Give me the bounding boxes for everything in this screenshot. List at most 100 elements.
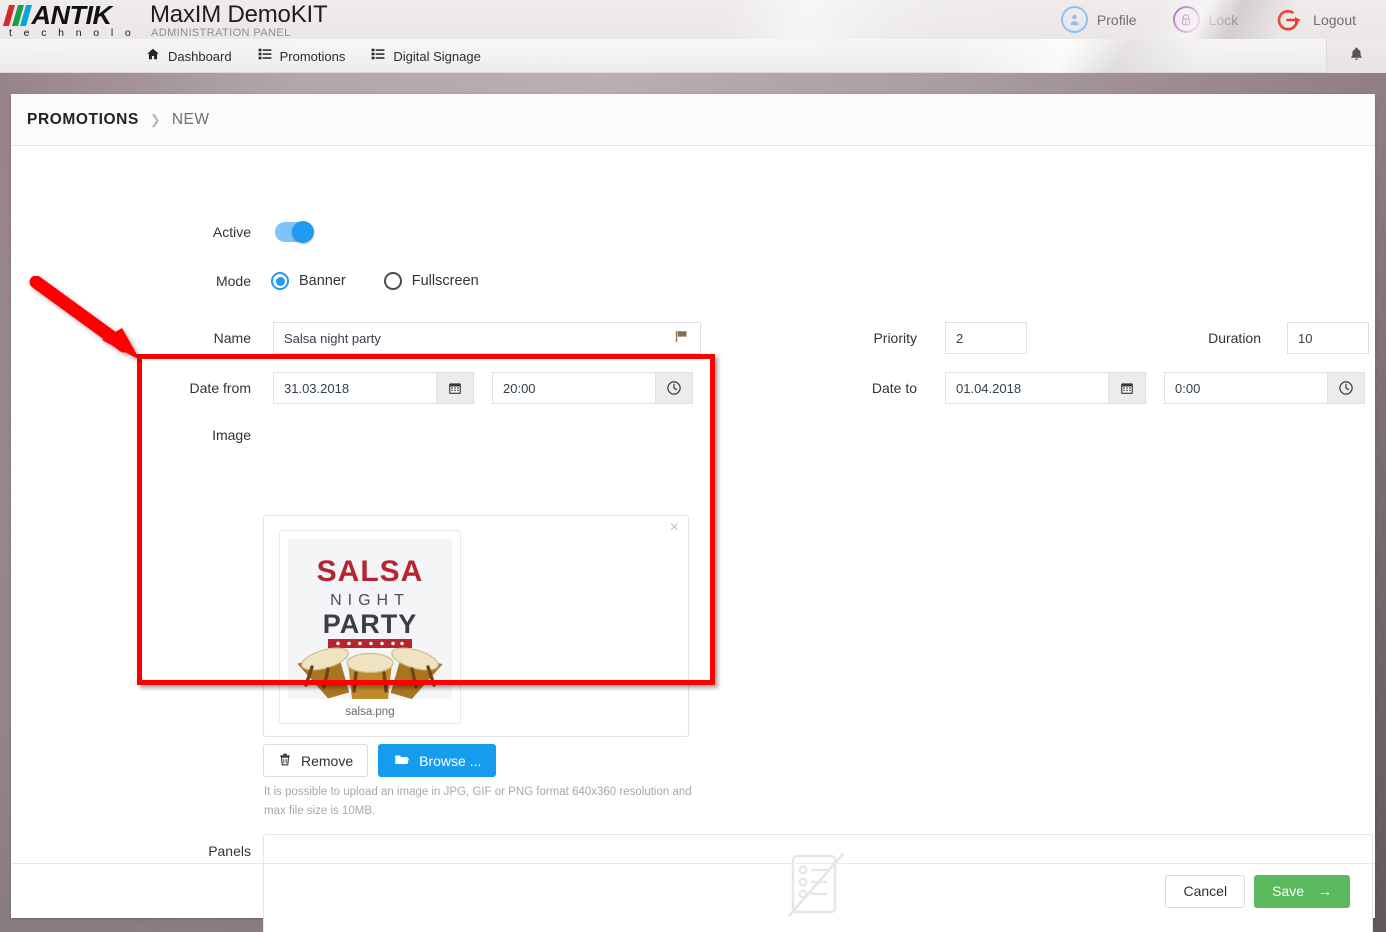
toggle-knob <box>292 221 314 243</box>
time-to-input[interactable]: 0:00 <box>1164 372 1327 404</box>
profile-button[interactable]: Profile <box>1043 6 1155 33</box>
radio-banner[interactable]: Banner <box>271 272 346 290</box>
calendar-icon[interactable] <box>436 372 474 404</box>
time-from-input[interactable]: 20:00 <box>492 372 655 404</box>
radio-banner-label: Banner <box>299 273 346 289</box>
nav-item-dashboard-label: Dashboard <box>168 48 232 64</box>
remove-button-label: Remove <box>301 752 354 769</box>
name-input-value: Salsa night party <box>284 330 381 346</box>
cancel-button[interactable]: Cancel <box>1165 874 1246 908</box>
nav-item-dashboard[interactable]: Dashboard <box>146 47 232 66</box>
field-date-to: Date to 01.04.2018 0:00 <box>851 372 1365 404</box>
nav-item-promotions-label: Promotions <box>279 48 346 64</box>
profile-label: Profile <box>1096 11 1137 28</box>
image-thumbnail-card[interactable]: SALSA NIGHT PARTY salsa.png <box>279 530 461 724</box>
calendar-icon[interactable] <box>1108 372 1146 404</box>
time-from-value: 20:00 <box>503 380 536 396</box>
image-label: Image <box>212 427 251 443</box>
breadcrumb-separator-icon: ❯ <box>149 111 161 127</box>
flag-icon[interactable] <box>674 329 689 347</box>
duration-value: 10 <box>1298 330 1313 346</box>
image-upload-hint: It is possible to upload an image in JPG… <box>264 786 692 817</box>
image-upload-preview-box: × SALSA NIGHT PARTY salsa.png <box>263 515 689 737</box>
field-name: Name Salsa night party <box>163 322 701 354</box>
antik-logo[interactable]: ANTIK t e c h n o l o g y <box>2 0 144 39</box>
logo-stripes-icon <box>2 4 35 26</box>
logout-button[interactable]: Logout <box>1256 5 1374 35</box>
time-to-value: 0:00 <box>1175 380 1201 396</box>
nav-items: Dashboard Promotions Digital Signage <box>146 39 481 73</box>
priority-label: Priority <box>873 330 917 346</box>
time-to-group: 0:00 <box>1164 372 1365 404</box>
field-duration: Duration 10 <box>1191 322 1369 354</box>
date-to-value: 01.04.2018 <box>956 380 1022 396</box>
top-header-bar: ANTIK t e c h n o l o g y MaxIM DemoKIT … <box>0 0 1386 39</box>
breadcrumb-current: NEW <box>171 110 210 128</box>
name-label: Name <box>213 330 251 346</box>
panels-label: Panels <box>208 843 251 859</box>
lock-button[interactable]: Lock <box>1155 6 1257 33</box>
radio-fullscreen-label: Fullscreen <box>411 273 479 289</box>
user-circle-icon <box>1060 6 1088 33</box>
duration-input[interactable]: 10 <box>1287 322 1369 354</box>
main-content-card: PROMOTIONS ❯ NEW Active Mode Banner Full… <box>11 94 1375 932</box>
save-button-label: Save <box>1272 883 1304 899</box>
nav-item-digital-signage-label: Digital Signage <box>393 48 481 64</box>
header-actions: Profile Lock Logout <box>1043 0 1374 39</box>
notifications-button[interactable] <box>1326 39 1386 73</box>
remove-button[interactable]: Remove <box>263 744 369 777</box>
nav-item-digital-signage[interactable]: Digital Signage <box>371 47 481 66</box>
image-action-buttons: Remove Browse ... <box>263 744 497 777</box>
lock-label: Lock <box>1208 11 1239 28</box>
breadcrumb-root[interactable]: PROMOTIONS <box>27 111 139 129</box>
cancel-button-label: Cancel <box>1183 883 1228 899</box>
browse-button[interactable]: Browse ... <box>378 744 497 777</box>
logout-label: Logout <box>1313 11 1356 28</box>
logo-technology-text: t e c h n o l o g y <box>9 27 136 39</box>
close-icon[interactable]: × <box>670 520 679 536</box>
form-body: Active Mode Banner Fullscreen Name Salsa… <box>11 146 1375 932</box>
arrow-right-icon: → <box>1318 883 1332 899</box>
field-priority: Priority 2 <box>851 322 1027 354</box>
logout-arrow-icon <box>1274 5 1304 35</box>
svg-text:SALSA: SALSA <box>317 555 424 588</box>
app-subtitle: ADMINISTRATION PANEL <box>151 27 291 39</box>
image-file-name: salsa.png <box>345 706 395 718</box>
home-icon <box>146 47 160 66</box>
logo-wordmark: ANTIK <box>2 0 112 30</box>
field-mode: Mode Banner Fullscreen <box>163 272 479 290</box>
name-input[interactable]: Salsa night party <box>273 322 701 354</box>
time-from-group: 20:00 <box>492 372 693 404</box>
list-icon <box>371 47 385 66</box>
active-toggle[interactable] <box>275 221 314 243</box>
browse-button-label: Browse ... <box>419 752 482 769</box>
radio-fullscreen-indicator <box>383 272 402 290</box>
list-icon <box>258 47 272 66</box>
date-from-value: 31.03.2018 <box>284 380 350 396</box>
priority-input[interactable]: 2 <box>945 322 1027 354</box>
lock-circle-icon <box>1172 6 1200 33</box>
form-footer: Cancel Save → <box>11 863 1375 918</box>
date-to-label: Date to <box>871 380 917 396</box>
date-from-group: 31.03.2018 <box>273 372 474 404</box>
main-navigation-bar: Dashboard Promotions Digital Signage <box>0 39 1386 73</box>
clock-icon[interactable] <box>655 372 693 404</box>
date-from-label: Date from <box>189 380 251 396</box>
app-title: MaxIM DemoKIT <box>150 1 328 28</box>
field-date-from: Date from 31.03.2018 20:00 <box>117 372 693 404</box>
svg-text:PARTY: PARTY <box>323 609 418 639</box>
date-to-input[interactable]: 01.04.2018 <box>945 372 1108 404</box>
salsa-poster-image: SALSA NIGHT PARTY <box>288 539 452 699</box>
bell-icon <box>1349 46 1364 66</box>
trash-icon <box>278 752 292 770</box>
clock-icon[interactable] <box>1327 372 1365 404</box>
mode-label: Mode <box>215 273 251 289</box>
logo-antik-text: ANTIK <box>30 0 112 30</box>
nav-item-promotions[interactable]: Promotions <box>258 47 346 66</box>
active-label: Active <box>212 224 251 240</box>
date-to-group: 01.04.2018 <box>945 372 1146 404</box>
date-from-input[interactable]: 31.03.2018 <box>273 372 436 404</box>
radio-banner-indicator <box>271 272 289 290</box>
radio-fullscreen[interactable]: Fullscreen <box>383 272 479 290</box>
save-button[interactable]: Save → <box>1254 874 1350 908</box>
